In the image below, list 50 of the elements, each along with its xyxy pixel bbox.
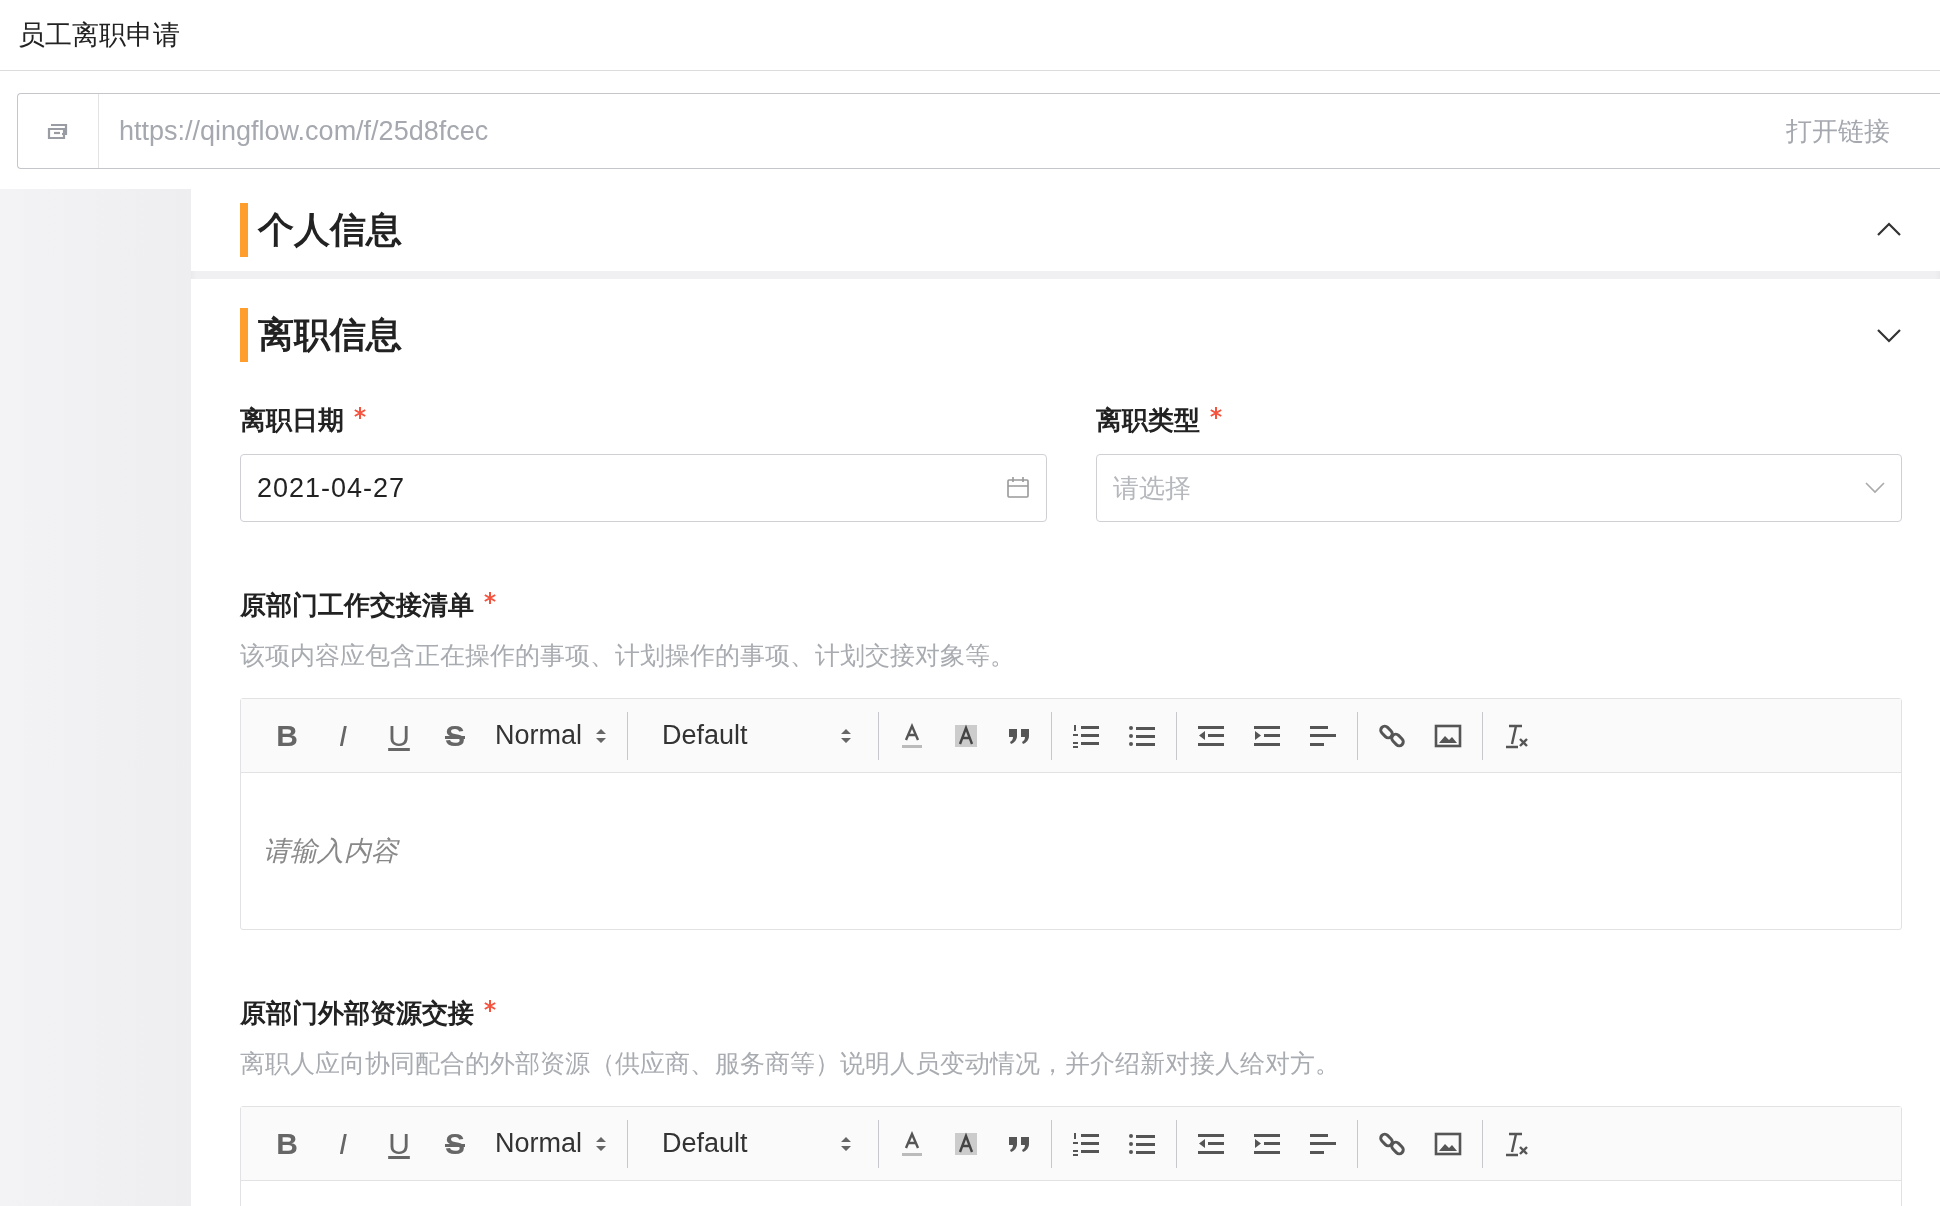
field-label: 原部门工作交接清单 bbox=[240, 589, 474, 622]
up-down-caret-icon bbox=[595, 1134, 607, 1153]
indent-icon[interactable] bbox=[1253, 723, 1281, 748]
rich-text-editor[interactable]: B I U S Normal Default 请输入内容 bbox=[240, 698, 1902, 930]
date-field[interactable]: 2021-04-27 bbox=[240, 454, 1047, 522]
text-color-icon[interactable] bbox=[899, 1130, 925, 1157]
underline-button[interactable]: U bbox=[371, 715, 427, 756]
font-family-select[interactable]: Default bbox=[662, 1123, 852, 1164]
up-down-caret-icon bbox=[595, 726, 607, 745]
section-title[interactable]: 离职信息 bbox=[240, 308, 402, 362]
field-label: 离职类型 bbox=[1095, 404, 1200, 437]
background-color-icon[interactable] bbox=[953, 722, 979, 749]
font-family-select[interactable]: Default bbox=[662, 715, 852, 756]
strike-button[interactable]: S bbox=[427, 715, 483, 756]
field-hint: 该项内容应包含正在操作的事项、计划操作的事项、计划交接对象等。 bbox=[240, 640, 1016, 671]
bold-button[interactable]: B bbox=[259, 1123, 315, 1164]
field-label: 原部门外部资源交接 bbox=[240, 997, 474, 1030]
section-title[interactable]: 个人信息 bbox=[240, 203, 402, 257]
bold-button[interactable]: B bbox=[259, 715, 315, 756]
bullet-list-icon[interactable] bbox=[1128, 723, 1156, 748]
strike-button[interactable]: S bbox=[427, 1123, 483, 1164]
outdent-icon[interactable] bbox=[1197, 723, 1225, 748]
align-left-icon[interactable] bbox=[1309, 1131, 1337, 1156]
font-size-select[interactable]: Normal bbox=[495, 715, 607, 756]
chevron-up-icon[interactable] bbox=[1876, 222, 1902, 238]
bullet-list-icon[interactable] bbox=[1128, 1131, 1156, 1156]
caret-icon bbox=[1865, 482, 1885, 494]
up-down-caret-icon bbox=[840, 726, 852, 745]
image-icon[interactable] bbox=[1434, 1131, 1462, 1156]
indent-icon[interactable] bbox=[1253, 1131, 1281, 1156]
url-text: https://qingflow.com/f/25d8fcec bbox=[118, 115, 490, 147]
calendar-icon bbox=[1005, 476, 1030, 500]
background-color-icon[interactable] bbox=[953, 1130, 979, 1157]
up-down-caret-icon bbox=[840, 1134, 852, 1153]
align-left-icon[interactable] bbox=[1309, 723, 1337, 748]
italic-button[interactable]: I bbox=[315, 715, 371, 756]
editor-placeholder: 请输入内容 bbox=[263, 835, 398, 868]
italic-button[interactable]: I bbox=[315, 1123, 371, 1164]
field-label: 离职日期 bbox=[240, 404, 344, 437]
ordered-list-icon[interactable] bbox=[1072, 1130, 1100, 1157]
underline-button[interactable]: U bbox=[371, 1123, 427, 1164]
outdent-icon[interactable] bbox=[1197, 1131, 1225, 1156]
text-color-icon[interactable] bbox=[899, 722, 925, 749]
font-size-select[interactable]: Normal bbox=[495, 1123, 607, 1164]
field-hint: 离职人应向协同配合的外部资源（供应商、服务商等）说明人员变动情况，并介绍新对接人给对方。 bbox=[240, 1048, 1341, 1079]
page-title: 员工离职申请 bbox=[18, 19, 180, 52]
chevron-down-icon[interactable] bbox=[1876, 327, 1902, 343]
rich-text-editor[interactable]: B I U S Normal Default bbox=[240, 1106, 1902, 1206]
ordered-list-icon[interactable] bbox=[1072, 722, 1100, 749]
image-icon[interactable] bbox=[1434, 723, 1462, 748]
